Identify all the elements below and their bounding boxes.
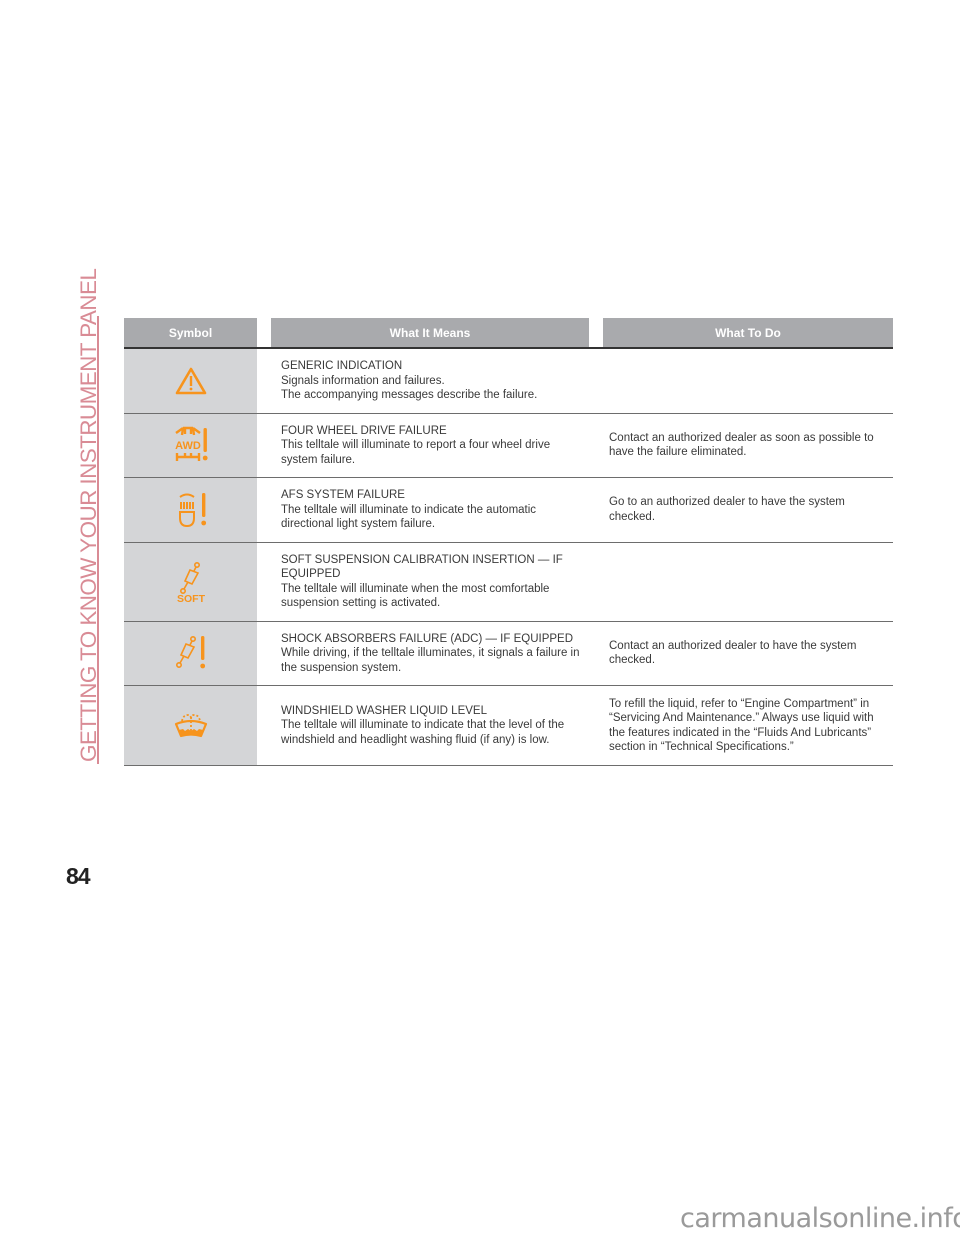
table-row: SOFT SOFT SUSPENSION CALIBRATION INSERTI… — [124, 542, 893, 622]
meaning-cell: FOUR WHEEL DRIVE FAILURE This telltale w… — [271, 413, 589, 478]
row-title: AFS SYSTEM FAILURE — [281, 489, 405, 501]
row-title: GENERIC INDICATION — [281, 360, 403, 372]
table-header-row: Symbol What It Means What To Do — [124, 318, 893, 349]
table-row: AWD FOUR WHEEL DRIVE FAILURE This tellta… — [124, 413, 893, 478]
header-gap — [257, 318, 271, 349]
table-row: AFS SYSTEM FAILURE The telltale will ill… — [124, 477, 893, 543]
meaning-cell: AFS SYSTEM FAILURE The telltale will ill… — [271, 477, 589, 543]
row-title: SHOCK ABSORBERS FAILURE (ADC) — IF EQUIP… — [281, 632, 574, 645]
header-what-it-means: What It Means — [271, 318, 589, 349]
header-symbol: Symbol — [124, 318, 257, 349]
shock-absorber-failure-icon — [175, 636, 205, 669]
soft-icon-label: SOFT — [177, 593, 206, 604]
awd-icon-label: AWD — [175, 440, 201, 452]
symbol-cell: AWD — [124, 413, 257, 478]
row-description: This telltale will illuminate to report … — [281, 439, 551, 466]
washer-fluid-icon — [174, 713, 207, 737]
row-description: The accompanying messages describe the f… — [281, 389, 538, 401]
afs-failure-icon — [178, 492, 206, 527]
row-title: FOUR WHEEL DRIVE FAILURE — [281, 424, 447, 437]
symbol-cell — [124, 477, 257, 543]
header-what-to-do: What To Do — [603, 318, 893, 349]
page-number: 84 — [66, 863, 91, 889]
action-cell: To refill the liquid, refer to “Engine C… — [603, 685, 893, 766]
header-gap — [589, 318, 603, 349]
action-cell — [603, 542, 893, 622]
meaning-cell: SHOCK ABSORBERS FAILURE (ADC) — IF EQUIP… — [271, 621, 589, 686]
table-row: SHOCK ABSORBERS FAILURE (ADC) — IF EQUIP… — [124, 621, 893, 686]
row-description: While driving, if the telltale illuminat… — [281, 647, 580, 674]
action-cell: Contact an authorized dealer as soon as … — [603, 413, 893, 478]
table-row: WINDSHIELD WASHER LIQUID LEVEL The tellt… — [124, 685, 893, 766]
table-row: GENERIC INDICATION Signals information a… — [124, 348, 893, 414]
telltale-table: Symbol What It Means What To Do GENERIC … — [124, 318, 893, 766]
row-title: WINDSHIELD WASHER LIQUID LEVEL — [281, 704, 487, 717]
symbol-cell: SOFT — [124, 542, 257, 622]
symbol-cell — [124, 621, 257, 686]
row-description: The telltale will illuminate to indicate… — [281, 503, 537, 531]
action-cell: Go to an authorized dealer to have the s… — [603, 477, 893, 543]
row-title: SOFT SUSPENSION CALIBRATION INSERTION — … — [281, 553, 563, 581]
awd-failure-icon: AWD — [175, 427, 208, 462]
meaning-cell: SOFT SUSPENSION CALIBRATION INSERTION — … — [271, 542, 589, 622]
meaning-cell: WINDSHIELD WASHER LIQUID LEVEL The tellt… — [271, 685, 589, 766]
action-cell: Contact an authorized dealer to have the… — [603, 621, 893, 686]
watermark: carmanualsonline.info — [680, 1203, 960, 1234]
row-description: The telltale will illuminate to indicate… — [281, 719, 565, 746]
side-divider — [97, 316, 99, 764]
symbol-cell — [124, 685, 257, 766]
action-cell — [603, 348, 893, 414]
soft-suspension-icon: SOFT — [177, 561, 206, 604]
row-description: The telltale will illuminate when the mo… — [281, 582, 550, 610]
symbol-cell — [124, 348, 257, 414]
row-description: Signals information and failures. — [281, 374, 445, 387]
meaning-cell: GENERIC INDICATION Signals information a… — [271, 348, 589, 414]
warning-triangle-icon — [175, 367, 206, 395]
